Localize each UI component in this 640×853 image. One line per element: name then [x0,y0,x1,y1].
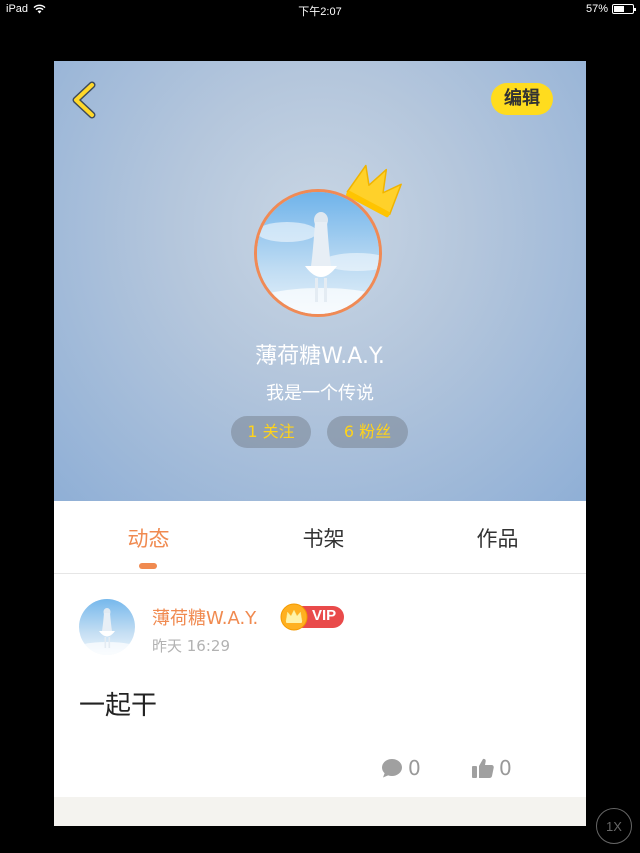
vip-badge: VIP [280,603,346,631]
tab-bookshelf[interactable]: 书架 [235,501,412,573]
edit-button[interactable]: 编辑 [491,83,553,115]
list-footer-divider [54,797,586,826]
zoom-button[interactable]: 1X [596,808,632,844]
like-button[interactable]: 0 [471,755,512,781]
fans-count-button[interactable]: 6 粉丝 [327,416,408,448]
active-tab-indicator [139,563,157,569]
activity-post[interactable]: 薄荷糖W.A.Y. VIP 昨天 16:29 一起干 0 0 [54,575,586,797]
post-author-avatar[interactable] [79,599,135,655]
app-window: 编辑 薄荷糖W.A.Y. 我是一个传说 1 关注 6 粉丝 动态 书架 作品 薄… [54,61,586,826]
post-content: 一起干 [79,691,158,721]
profile-avatar[interactable] [254,189,388,323]
avatar-image [254,189,382,317]
status-time: 下午2:07 [298,6,342,18]
comment-icon [382,759,402,778]
profile-username: 薄荷糖W.A.Y. [255,344,385,369]
status-bar: iPad 下午2:07 57% [0,0,640,20]
post-timestamp: 昨天 16:29 [152,637,230,655]
back-chevron-icon [72,81,96,119]
profile-bio: 我是一个传说 [266,383,374,404]
like-count: 0 [499,756,512,780]
comment-button[interactable]: 0 [380,755,421,781]
thumbs-up-icon [472,758,494,778]
comment-count: 0 [408,756,421,780]
following-count-button[interactable]: 1 关注 [231,416,311,448]
battery-percent: 57% [585,3,608,15]
post-author-name[interactable]: 薄荷糖W.A.Y. [152,604,258,630]
profile-tabs: 动态 书架 作品 [54,501,586,574]
vip-badge-label: VIP [312,607,337,624]
status-right: 57% [585,3,636,15]
battery-icon [612,4,636,14]
back-button[interactable] [68,79,104,123]
tab-works[interactable]: 作品 [409,501,586,573]
profile-header: 编辑 薄荷糖W.A.Y. 我是一个传说 1 关注 6 粉丝 [54,61,586,501]
